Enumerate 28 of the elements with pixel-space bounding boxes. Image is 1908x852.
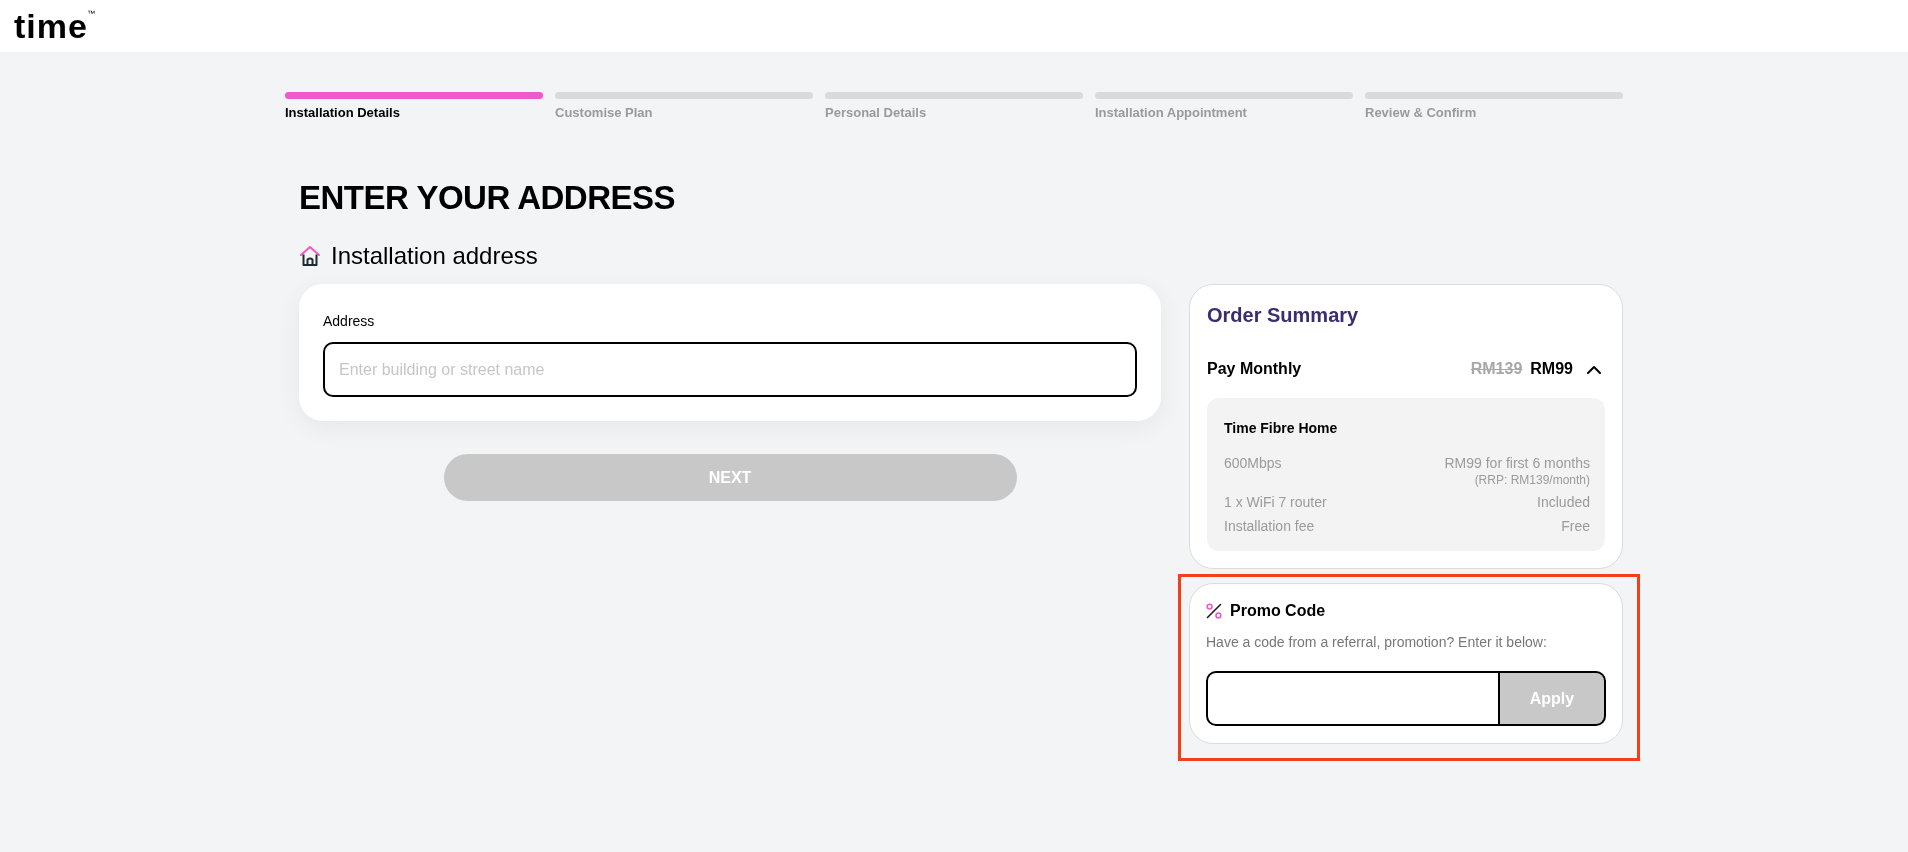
progress-step: Review & Confirm bbox=[1365, 92, 1623, 122]
progress-step: Personal Details bbox=[825, 92, 1083, 122]
detail-note: (RRP: RM139/month) bbox=[1473, 473, 1590, 488]
plan-name: Time Fibre Home bbox=[1224, 419, 1338, 437]
detail-label: Installation fee bbox=[1224, 517, 1315, 536]
old-price: RM139 bbox=[1470, 359, 1523, 379]
brand-logo[interactable]: time$^{™}$ bbox=[14, 9, 95, 43]
price: RM99 bbox=[1530, 359, 1573, 379]
promo-code-field[interactable] bbox=[1206, 671, 1500, 726]
progress-step: Installation Appointment bbox=[1095, 92, 1353, 122]
detail-value: Included bbox=[1537, 494, 1590, 510]
detail-label: 600Mbps bbox=[1224, 454, 1282, 473]
card-title: Promo Code bbox=[1230, 601, 1326, 621]
detail-value: RM99 for first 6 months bbox=[1444, 455, 1590, 471]
detail-value: Free bbox=[1561, 518, 1590, 534]
section-title: Installation address bbox=[331, 241, 538, 271]
percent-icon bbox=[1206, 603, 1222, 619]
plan-label: Pay Monthly bbox=[1207, 359, 1302, 379]
chevron-up-icon[interactable] bbox=[1587, 364, 1601, 374]
progress-step: Customise Plan bbox=[555, 92, 813, 122]
card-title: Order Summary bbox=[1207, 303, 1359, 327]
address-field[interactable]: Enter building or street name bbox=[323, 342, 1137, 397]
page-title: ENTER YOUR ADDRESS bbox=[299, 178, 676, 218]
detail-label: 1 x WiFi 7 router bbox=[1224, 493, 1327, 512]
promo-description: Have a code from a referral, promotion? Enter it below: bbox=[1206, 633, 1547, 651]
field-label: Address bbox=[323, 312, 375, 330]
house-icon bbox=[299, 245, 321, 267]
progress-step: Installation Details bbox=[285, 92, 543, 122]
